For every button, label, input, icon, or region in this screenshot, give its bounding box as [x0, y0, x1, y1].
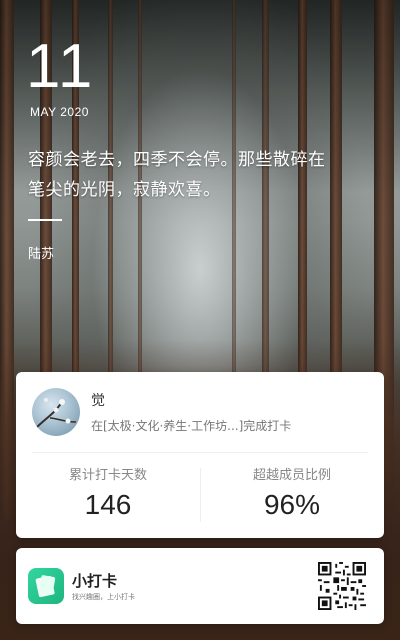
surpass-ratio-stat: 超越成员比例 96%: [200, 464, 384, 521]
total-days-value: 146: [84, 489, 132, 520]
qr-code-icon[interactable]: [318, 562, 366, 610]
card-divider: [32, 452, 368, 453]
blossom-branch-avatar: [35, 398, 77, 429]
checkin-card: 觉 在[太极·文化·养生·工作坊...]完成打卡 累计打卡天数 146 超越成员…: [16, 372, 384, 538]
surpass-ratio-value: 96%: [263, 489, 321, 520]
quote-divider: [28, 219, 62, 221]
notebook-icon: [28, 568, 64, 604]
quote-text: 容颜会老去，四季不会停。那些散碎在 笔尖的光阴，寂静欢喜。: [28, 145, 378, 205]
total-days-stat: 累计打卡天数 146: [16, 464, 200, 521]
total-days-label: 累计打卡天数: [68, 468, 147, 483]
date-day: 11: [26, 32, 95, 101]
avatar[interactable]: [32, 388, 80, 436]
app-slogan: 找兴趣圈，上小打卡: [72, 593, 135, 601]
user-name: 觉: [91, 393, 105, 409]
quote-author: 陆苏: [28, 247, 55, 262]
quote-line: 容颜会老去，四季不会停。那些散碎在: [28, 150, 326, 170]
app-promo-card[interactable]: 小打卡 找兴趣圈，上小打卡: [16, 548, 384, 624]
surpass-ratio-label: 超越成员比例: [252, 468, 331, 483]
app-name: 小打卡: [72, 572, 118, 590]
quote-line: 笔尖的光阴，寂静欢喜。: [28, 180, 221, 200]
date-month-year: MAY 2020: [30, 105, 89, 119]
checkin-description: 在[太极·文化·养生·工作坊...]完成打卡: [91, 419, 292, 433]
